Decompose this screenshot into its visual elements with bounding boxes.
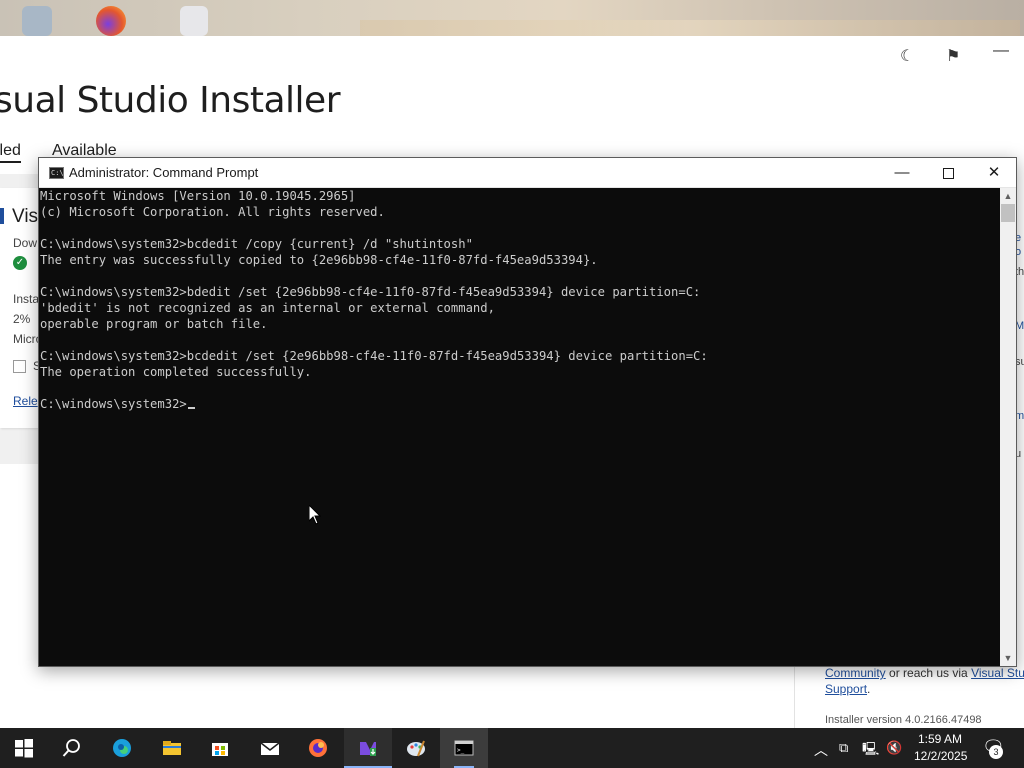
install-status-label: Insta bbox=[13, 292, 40, 306]
console-line: operable program or batch file. bbox=[40, 317, 268, 331]
taskbar: >_ ︿ ⧉ 🖳 🔇 1:59 AM 12/2/2025 🗨 3 bbox=[0, 728, 1024, 768]
search-button[interactable] bbox=[48, 728, 96, 768]
recycle-bin-icon[interactable] bbox=[22, 6, 52, 36]
window-title: Administrator: Command Prompt bbox=[69, 165, 259, 180]
support-text-line-2: Support. bbox=[825, 682, 870, 696]
console-line: C:\windows\system32>bcdedit /copy {curre… bbox=[40, 237, 473, 251]
console-scrollbar[interactable]: ▲ ▼ bbox=[1000, 188, 1016, 666]
volume-muted-icon[interactable]: 🔇 bbox=[886, 740, 902, 756]
prompt-text: C:\windows\system32> bbox=[40, 397, 187, 411]
store-icon bbox=[212, 743, 228, 756]
product-name: Vis bbox=[12, 206, 39, 227]
download-status-label: Dow bbox=[13, 236, 38, 250]
minimize-icon: — bbox=[894, 164, 910, 181]
cmd-taskbar-icon: >_ bbox=[454, 740, 474, 756]
clock-date[interactable]: 12/2/2025 bbox=[914, 749, 967, 763]
firefox-desktop-icon[interactable] bbox=[96, 6, 126, 36]
release-notes-link[interactable]: Rele bbox=[13, 394, 38, 408]
page-title: sual Studio Installer bbox=[0, 80, 341, 121]
store-button[interactable] bbox=[196, 728, 244, 768]
tab-installed[interactable]: lled bbox=[0, 142, 21, 163]
text-cursor bbox=[187, 407, 195, 409]
cmd-icon: C:\ bbox=[49, 167, 64, 179]
console-line: The entry was successfully copied to {2e… bbox=[40, 253, 598, 267]
support-link[interactable]: Support bbox=[825, 682, 867, 696]
close-icon: ✕ bbox=[987, 164, 1001, 181]
card-accent-bar bbox=[0, 208, 4, 224]
desktop-wallpaper-detail bbox=[360, 20, 1020, 36]
clock-time[interactable]: 1:59 AM bbox=[914, 732, 966, 746]
scroll-up-icon[interactable]: ▲ bbox=[1000, 188, 1016, 204]
prompt-line[interactable]: C:\windows\system32> bbox=[39, 396, 1000, 412]
console-line: (c) Microsoft Corporation. All rights re… bbox=[40, 205, 385, 219]
desktop-background bbox=[0, 0, 1024, 36]
support-suffix: . bbox=[867, 682, 871, 696]
command-prompt-window[interactable]: C:\ Administrator: Command Prompt — ✕ Mi… bbox=[38, 157, 1017, 667]
visual-studio-link[interactable]: Visual Studi bbox=[971, 666, 1024, 680]
support-text-line: Community or reach us via Visual Studi bbox=[825, 666, 1024, 680]
minimize-button[interactable]: — bbox=[879, 158, 925, 188]
svg-text:>_: >_ bbox=[457, 747, 465, 754]
close-button[interactable]: ✕ bbox=[971, 158, 1017, 188]
chevron-up-icon[interactable]: ︿ bbox=[814, 740, 828, 760]
notification-count-badge: 3 bbox=[989, 745, 1003, 759]
vsi-minimize-button[interactable]: — bbox=[993, 42, 1009, 60]
firefox-button[interactable] bbox=[294, 728, 342, 768]
install-progress-text: 2% bbox=[13, 312, 31, 326]
console-line: C:\windows\system32>bcdedit /set {2e96bb… bbox=[40, 349, 708, 363]
file-explorer-button[interactable] bbox=[148, 728, 196, 768]
visual-studio-icon bbox=[360, 742, 376, 756]
command-prompt-button[interactable]: >_ bbox=[440, 728, 488, 768]
console-line: 'bdedit' is not recognized as an interna… bbox=[40, 301, 495, 315]
checkmark-icon: ✓ bbox=[13, 256, 27, 270]
paint-button[interactable] bbox=[392, 728, 440, 768]
cmd-titlebar[interactable]: C:\ Administrator: Command Prompt — ✕ bbox=[39, 158, 1016, 188]
meet-now-icon[interactable]: ⧉ bbox=[839, 740, 848, 756]
feedback-icon[interactable]: ⚑ bbox=[946, 46, 960, 66]
mail-button[interactable] bbox=[246, 728, 294, 768]
installer-version: Installer version 4.0.2166.47498 bbox=[825, 714, 982, 726]
console-line: C:\windows\system32>bdedit /set {2e96bb9… bbox=[40, 285, 701, 299]
start-button[interactable] bbox=[0, 728, 48, 768]
console-output[interactable]: Microsoft Windows [Version 10.0.19045.29… bbox=[39, 188, 1000, 666]
maximize-icon bbox=[942, 167, 954, 179]
folder-icon bbox=[163, 741, 181, 755]
edge-button[interactable] bbox=[98, 728, 146, 768]
mouse-pointer-icon bbox=[309, 505, 321, 525]
scrollbar-thumb[interactable] bbox=[1001, 204, 1015, 222]
windows-logo-icon bbox=[15, 739, 33, 758]
console-line: Microsoft Windows [Version 10.0.19045.29… bbox=[40, 189, 356, 203]
reach-text: or reach us via bbox=[885, 666, 972, 680]
search-icon bbox=[62, 739, 80, 757]
paint-icon bbox=[407, 740, 425, 757]
option-checkbox[interactable] bbox=[13, 360, 26, 373]
document-icon[interactable] bbox=[180, 6, 208, 36]
firefox-icon bbox=[309, 739, 327, 757]
community-link[interactable]: Community bbox=[825, 666, 886, 680]
console-line: The operation completed successfully. bbox=[40, 365, 312, 379]
theme-moon-icon[interactable]: ☾ bbox=[900, 46, 914, 66]
visual-studio-installer-button[interactable] bbox=[344, 728, 392, 768]
mail-icon bbox=[260, 742, 280, 755]
edge-icon bbox=[113, 739, 131, 757]
network-icon[interactable]: 🖳 bbox=[862, 740, 879, 762]
scroll-down-icon[interactable]: ▼ bbox=[1000, 650, 1016, 666]
maximize-button[interactable] bbox=[925, 158, 971, 188]
